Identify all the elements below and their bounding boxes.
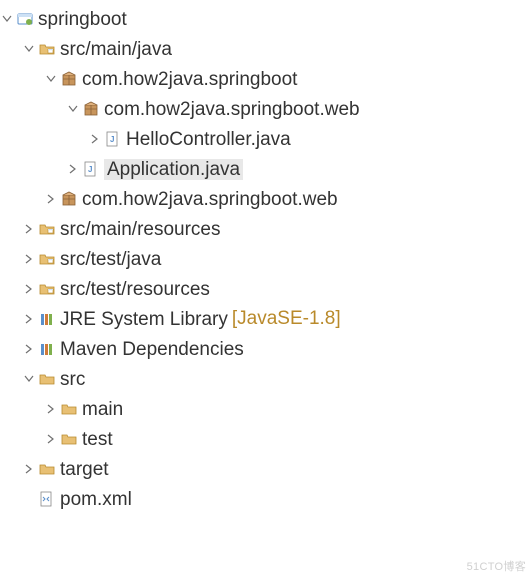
toggle-collapsed-icon[interactable] [88, 132, 102, 146]
folder-icon [38, 370, 56, 388]
source-folder-icon [38, 220, 56, 238]
src-main-java-label: src/main/java [60, 40, 172, 59]
source-folder-icon [38, 40, 56, 58]
package-icon [82, 100, 100, 118]
row-pkg-web-collapsed[interactable]: com.how2java.springboot.web [0, 184, 532, 214]
folder-icon [38, 460, 56, 478]
test-folder-label: test [82, 430, 113, 449]
toggle-collapsed-icon[interactable] [22, 342, 36, 356]
project-root-label: springboot [38, 10, 127, 29]
row-src-main-resources[interactable]: src/main/resources [0, 214, 532, 244]
maven-deps-label: Maven Dependencies [60, 340, 244, 359]
toggle-expanded-icon[interactable] [22, 372, 36, 386]
row-src-test-resources[interactable]: src/test/resources [0, 274, 532, 304]
row-main-folder[interactable]: main [0, 394, 532, 424]
toggle-collapsed-icon[interactable] [22, 282, 36, 296]
package-icon [60, 190, 78, 208]
src-main-resources-label: src/main/resources [60, 220, 221, 239]
toggle-collapsed-icon[interactable] [22, 252, 36, 266]
jre-version-suffix: [JavaSE-1.8] [232, 308, 341, 330]
row-application[interactable]: Application.java [0, 154, 532, 184]
pom-xml-label: pom.xml [60, 490, 132, 509]
toggle-collapsed-icon[interactable] [44, 432, 58, 446]
src-folder-label: src [60, 370, 85, 389]
row-hello-controller[interactable]: HelloController.java [0, 124, 532, 154]
toggle-collapsed-icon[interactable] [66, 162, 80, 176]
row-maven-deps[interactable]: Maven Dependencies [0, 334, 532, 364]
src-test-resources-label: src/test/resources [60, 280, 210, 299]
toggle-expanded-icon[interactable] [0, 12, 14, 26]
toggle-collapsed-icon[interactable] [44, 192, 58, 206]
row-project-root[interactable]: springboot [0, 4, 532, 34]
toggle-collapsed-icon[interactable] [22, 222, 36, 236]
toggle-expanded-icon[interactable] [66, 102, 80, 116]
library-icon [38, 310, 56, 328]
pkg-web-label: com.how2java.springboot.web [104, 100, 360, 119]
toggle-collapsed-icon[interactable] [44, 402, 58, 416]
hello-controller-label: HelloController.java [126, 130, 291, 149]
row-pkg-web-expanded[interactable]: com.how2java.springboot.web [0, 94, 532, 124]
xml-file-icon [38, 490, 56, 508]
source-folder-icon [38, 250, 56, 268]
toggle-expanded-icon[interactable] [44, 72, 58, 86]
watermark-text: 51CTO博客 [467, 558, 526, 574]
folder-icon [60, 400, 78, 418]
toggle-collapsed-icon[interactable] [22, 462, 36, 476]
java-file-icon [104, 130, 122, 148]
pkg-base-label: com.how2java.springboot [82, 70, 297, 89]
project-icon [16, 10, 34, 28]
java-file-icon [82, 160, 100, 178]
pkg-web-collapsed-label: com.how2java.springboot.web [82, 190, 338, 209]
row-pkg-base[interactable]: com.how2java.springboot [0, 64, 532, 94]
project-tree: springboot src/main/java com.how2java.sp… [0, 4, 532, 514]
package-icon [60, 70, 78, 88]
row-jre-library[interactable]: JRE System Library [JavaSE-1.8] [0, 304, 532, 334]
row-src-main-java[interactable]: src/main/java [0, 34, 532, 64]
row-target-folder[interactable]: target [0, 454, 532, 484]
application-label: Application.java [104, 159, 243, 180]
jre-library-label: JRE System Library [60, 310, 228, 329]
src-test-java-label: src/test/java [60, 250, 161, 269]
row-test-folder[interactable]: test [0, 424, 532, 454]
library-icon [38, 340, 56, 358]
row-pom-xml[interactable]: pom.xml [0, 484, 532, 514]
row-src-folder[interactable]: src [0, 364, 532, 394]
folder-icon [60, 430, 78, 448]
target-folder-label: target [60, 460, 109, 479]
main-folder-label: main [82, 400, 123, 419]
row-src-test-java[interactable]: src/test/java [0, 244, 532, 274]
toggle-expanded-icon[interactable] [22, 42, 36, 56]
toggle-spacer [22, 492, 36, 506]
toggle-collapsed-icon[interactable] [22, 312, 36, 326]
source-folder-icon [38, 280, 56, 298]
